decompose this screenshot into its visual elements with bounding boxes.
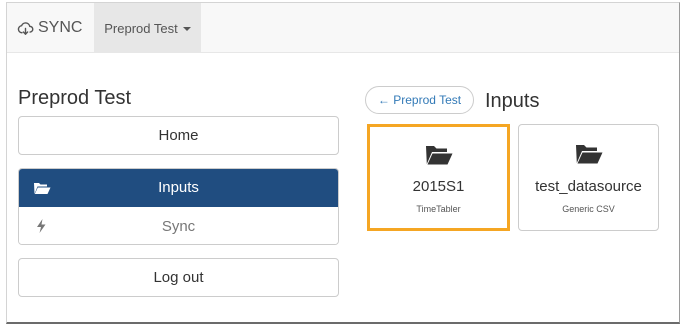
logout-button[interactable]: Log out	[18, 258, 339, 297]
input-card-name: test_datasource	[535, 178, 642, 195]
section-title: Inputs	[485, 90, 540, 112]
input-card[interactable]: 2015S1 TimeTabler	[367, 124, 510, 231]
project-dropdown[interactable]: Preprod Test	[94, 3, 201, 53]
input-card-type: TimeTabler	[416, 204, 461, 214]
bolt-icon	[37, 219, 46, 233]
back-button[interactable]: ← Preprod Test	[365, 86, 474, 114]
folder-open-icon	[425, 146, 452, 165]
page-title: Preprod Test	[18, 87, 132, 109]
input-card-type: Generic CSV	[562, 204, 615, 214]
home-button[interactable]: Home	[18, 116, 339, 155]
sidebar-item-label: Inputs	[158, 179, 199, 196]
app-window: SYNC Preprod Test Preprod Test Home Inpu…	[6, 2, 680, 324]
sidebar-menu: Inputs Sync	[18, 168, 339, 245]
cloud-sync-icon	[17, 21, 34, 35]
sidebar-item-sync[interactable]: Sync	[19, 207, 338, 244]
folder-open-icon	[575, 145, 602, 164]
brand-link[interactable]: SYNC	[17, 3, 82, 53]
project-dropdown-label: Preprod Test	[104, 20, 178, 36]
sidebar-item-inputs[interactable]: Inputs	[19, 169, 338, 207]
input-card[interactable]: test_datasource Generic CSV	[518, 124, 659, 231]
home-button-label: Home	[158, 127, 199, 144]
back-button-label: ← Preprod Test	[377, 93, 462, 107]
logout-button-label: Log out	[153, 269, 204, 286]
input-card-name: 2015S1	[412, 178, 465, 195]
folder-open-icon	[34, 183, 51, 194]
sidebar-item-label: Sync	[161, 217, 196, 235]
top-navbar: SYNC Preprod Test	[7, 3, 679, 53]
caret-down-icon	[182, 26, 191, 31]
brand-label: SYNC	[38, 19, 83, 36]
